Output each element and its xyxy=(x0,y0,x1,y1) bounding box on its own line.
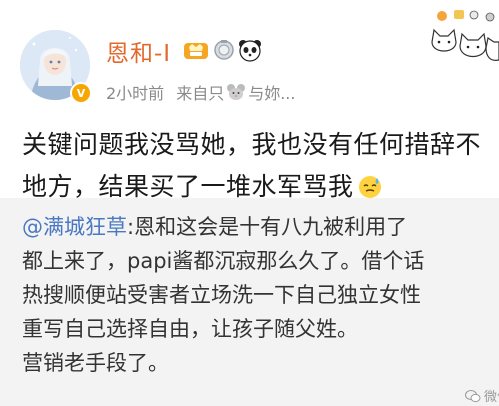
panda-icon xyxy=(239,40,261,62)
wechat-watermark: 微信 xyxy=(465,386,499,405)
sweat-smile-icon xyxy=(358,176,381,198)
weibo-post: V 恩和-I 2小时前 来自只 与妳... 关键问题我没骂她，我也没有任何措辞不… xyxy=(0,0,499,406)
repost-first-line: @满城狂草:恩和这会是十有八九被利用了 xyxy=(22,210,499,244)
post-text-line: 关键问题我没骂她，我也没有任何措辞不 xyxy=(22,130,482,159)
svg-text:V: V xyxy=(77,87,86,100)
wechat-icon xyxy=(465,389,481,402)
medal-icon xyxy=(214,40,234,60)
repost-line: 营销老手段了。 xyxy=(22,351,169,375)
post-time: 2小时前 xyxy=(106,84,165,103)
post-meta: 2小时前 来自只 与妳... xyxy=(106,80,295,104)
post-text-line: 地方，结果买了一堆水军骂我 xyxy=(22,172,354,201)
vip-crown-icon xyxy=(184,43,208,59)
cat-stickers-icon xyxy=(431,10,499,61)
watermark-label: 微信 xyxy=(484,390,499,405)
repost-text: @满城狂草:恩和这会是十有八九被利用了 都上来了，papi酱都沉寂那么久了。借个… xyxy=(22,210,499,380)
repost-line: 重写自己选择自由，让孩子随父姓。 xyxy=(22,317,358,341)
username[interactable]: 恩和-I xyxy=(106,34,171,68)
mention-link[interactable]: @满城狂草 xyxy=(22,215,127,239)
post-source-prefix: 来自只 xyxy=(176,84,225,103)
post-text: 关键问题我没骂她，我也没有任何措辞不 地方，结果买了一堆水军骂我 xyxy=(22,124,499,208)
repost-line: 都上来了，papi酱都沉寂那么久了。借个话 xyxy=(22,249,425,273)
verified-badge-icon: V xyxy=(70,82,92,104)
repost-line: :恩和这会是十有八九被利用了 xyxy=(127,215,408,239)
post-source-suffix[interactable]: 与妳... xyxy=(248,80,295,104)
mouse-emoji-icon xyxy=(226,83,246,101)
repost-line: 热搜顺便站受害者立场洗一下自己独立女性 xyxy=(22,283,421,307)
